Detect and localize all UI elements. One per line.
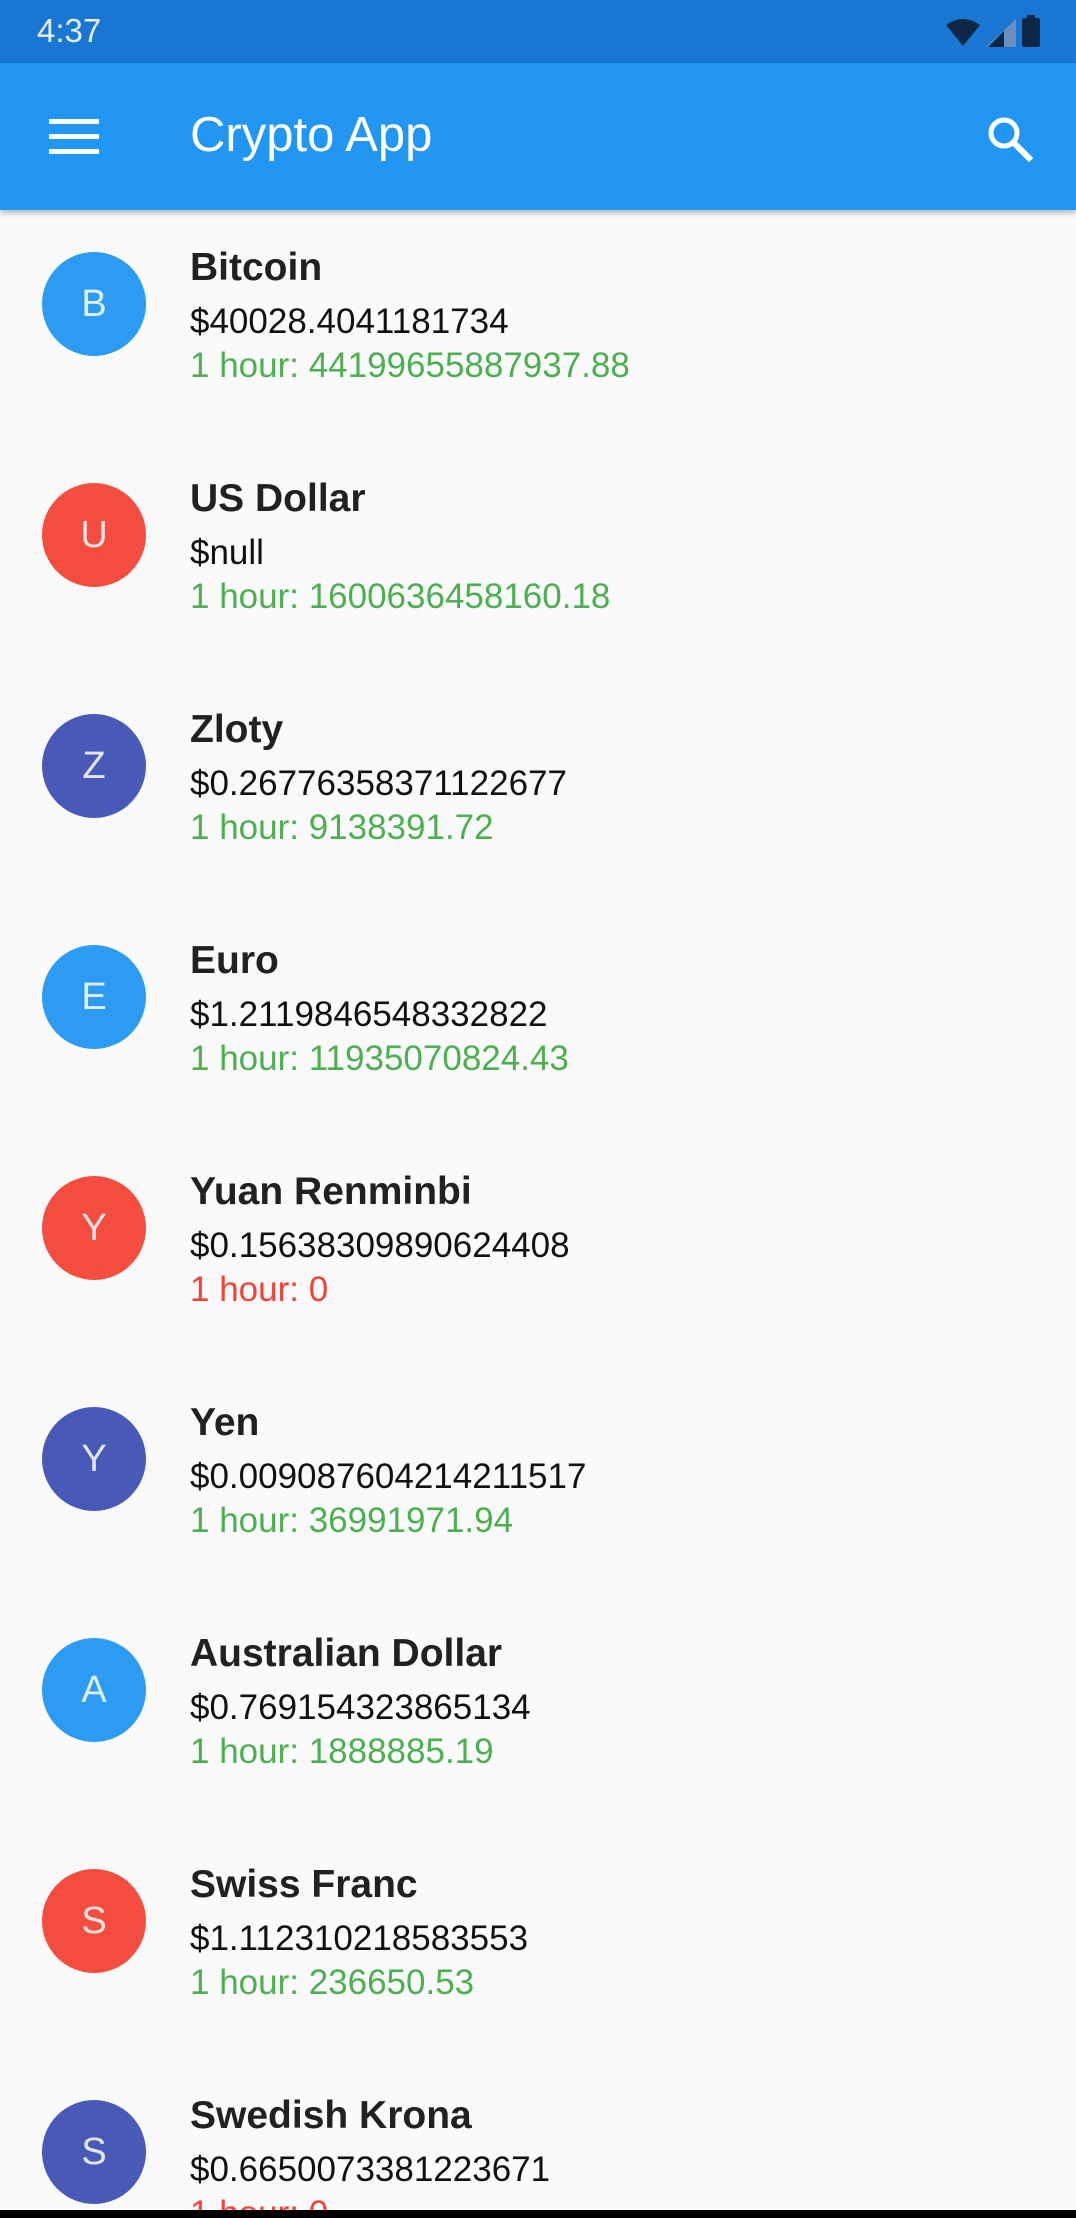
coin-hour-change: 1 hour: 36991971.94: [190, 1501, 514, 1540]
coin-name: Bitcoin: [190, 246, 323, 289]
coin-name: Swiss Franc: [190, 1863, 418, 1906]
coin-price: $0.15638309890624408: [190, 1226, 570, 1265]
coin-hour-change: 1 hour: 1888885.19: [190, 1732, 494, 1771]
coin-price: $null: [190, 533, 264, 572]
app-bar: Crypto App: [0, 63, 1076, 210]
coin-avatar-initial: Y: [81, 1437, 107, 1480]
coin-name: Euro: [190, 939, 279, 982]
status-bar: 4:37: [0, 0, 1076, 63]
search-icon[interactable]: [984, 113, 1034, 163]
coin-avatar-initial: A: [81, 1668, 107, 1711]
coin-avatar: B: [42, 252, 146, 356]
coin-hour-change: 1 hour: 11935070824.43: [190, 1039, 569, 1078]
coin-name: US Dollar: [190, 477, 366, 520]
coin-price: $1.112310218583553: [190, 1919, 529, 1958]
coin-price: $0.6650073381223671: [190, 2150, 551, 2189]
coin-list-item[interactable]: Y Yen $0.009087604214211517 1 hour: 3699197…: [0, 1365, 1076, 1596]
coin-avatar: Y: [42, 1176, 146, 1280]
coin-price: $40028.4041181734: [190, 302, 509, 341]
coin-list-item[interactable]: E Euro $1.2119846548332822 1 hour: 11935070…: [0, 903, 1076, 1134]
coin-list-item[interactable]: A Australian Dollar $0.769154323865134 1 ho…: [0, 1596, 1076, 1827]
coin-avatar: A: [42, 1638, 146, 1742]
coin-list-item[interactable]: S Swiss Franc $1.112310218583553 1 hour: 23…: [0, 1827, 1076, 2058]
coin-list: B Bitcoin $40028.4041181734 1 hour: 4419965…: [0, 210, 1076, 2218]
coin-name: Swedish Krona: [190, 2094, 472, 2137]
coin-hour-change: 1 hour: 9138391.72: [190, 808, 494, 847]
coin-list-item[interactable]: B Bitcoin $40028.4041181734 1 hour: 4419965…: [0, 210, 1076, 441]
hamburger-menu-icon[interactable]: [49, 119, 99, 155]
coin-list-item[interactable]: Z Zloty $0.26776358371122677 1 hour: 913839…: [0, 672, 1076, 903]
coin-avatar-initial: Y: [81, 1206, 107, 1249]
status-icons: [946, 15, 1040, 47]
coin-name: Yuan Renminbi: [190, 1170, 472, 1213]
coin-hour-change: 1 hour: 0: [190, 1270, 329, 1309]
status-time: 4:37: [37, 12, 102, 49]
coin-avatar-initial: S: [81, 1899, 107, 1942]
coin-list-item[interactable]: U US Dollar $null 1 hour: 1600636458160.18: [0, 441, 1076, 672]
coin-avatar: E: [42, 945, 146, 1049]
coin-price: $0.769154323865134: [190, 1688, 531, 1727]
coin-hour-change: 1 hour: 1600636458160.18: [190, 577, 611, 616]
coin-price: $0.009087604214211517: [190, 1457, 587, 1496]
coin-avatar-initial: U: [80, 513, 108, 556]
cellular-signal-icon: [986, 19, 1016, 47]
coin-avatar: Y: [42, 1407, 146, 1511]
coin-hour-change: 1 hour: 44199655887937.88: [190, 346, 630, 385]
coin-list-item[interactable]: Y Yuan Renminbi $0.15638309890624408 1 hour…: [0, 1134, 1076, 1365]
coin-price: $1.2119846548332822: [190, 995, 548, 1034]
coin-name: Yen: [190, 1401, 260, 1444]
coin-avatar: Z: [42, 714, 146, 818]
coin-avatar-initial: Z: [82, 744, 106, 787]
app-title: Crypto App: [190, 108, 433, 162]
coin-avatar-initial: B: [81, 282, 107, 325]
coin-list-item[interactable]: S Swedish Krona $0.6650073381223671 1 hour:…: [0, 2058, 1076, 2218]
bottom-edge: [0, 2210, 1076, 2218]
wifi-icon: [946, 19, 980, 46]
coin-avatar: S: [42, 2100, 146, 2204]
coin-avatar-initial: E: [81, 975, 107, 1018]
coin-name: Zloty: [190, 708, 284, 751]
coin-price: $0.26776358371122677: [190, 764, 567, 803]
battery-icon: [1022, 15, 1040, 47]
coin-hour-change: 1 hour: 236650.53: [190, 1963, 475, 2002]
coin-avatar: S: [42, 1869, 146, 1973]
coin-avatar-initial: S: [81, 2130, 107, 2173]
coin-name: Australian Dollar: [190, 1632, 503, 1675]
coin-avatar: U: [42, 483, 146, 587]
